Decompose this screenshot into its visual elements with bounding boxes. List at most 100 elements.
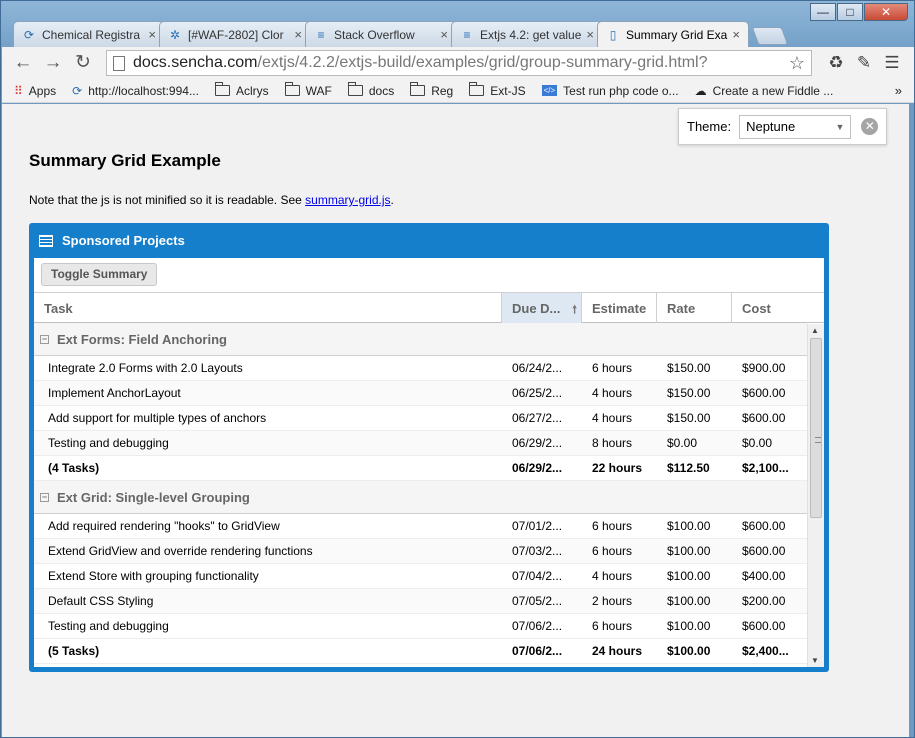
column-cost-label: Cost <box>742 300 771 316</box>
bookmarks-more-icon[interactable]: » <box>895 83 902 98</box>
summary-row: (5 Tasks) 07/06/2... 24 hours $100.00 $2,400… <box>34 639 807 664</box>
tab-close-icon[interactable]: × <box>148 27 156 42</box>
bookmark-item[interactable]: docs <box>347 82 394 98</box>
column-header-estimate[interactable]: Estimate <box>582 293 657 323</box>
tab-close-icon[interactable]: × <box>586 27 594 42</box>
scroll-down-icon[interactable]: ▼ <box>811 656 819 665</box>
column-header-cost[interactable]: Cost <box>732 293 824 323</box>
recycle-extension-icon[interactable]: ♻ <box>822 53 850 73</box>
cell-due: 06/25/2... <box>512 386 563 400</box>
bookmark-item[interactable]: ⟳ http://localhost:994... <box>72 84 199 98</box>
cell-task: Default CSS Styling <box>48 594 154 608</box>
bookmark-item[interactable]: WAF <box>284 82 332 98</box>
summary-estimate: 24 hours <box>592 644 643 658</box>
column-header-task[interactable]: Task <box>34 293 502 323</box>
table-row[interactable]: Default CSS Styling 07/05/2... 2 hours $100… <box>34 589 807 614</box>
tab-2[interactable]: ✲ [#WAF-2802] Clor × <box>159 21 311 47</box>
cell-task: Testing and debugging <box>48 436 169 450</box>
summary-rate: $100.00 <box>667 644 711 658</box>
cell-rate: $150.00 <box>667 411 711 425</box>
theme-label: Theme: <box>687 119 732 134</box>
browser-toolbar: ← → ↻ docs.sencha.com/extjs/4.2.2/extjs-… <box>2 47 914 79</box>
cell-task: Implement AnchorLayout <box>48 386 181 400</box>
bookmark-item[interactable]: Ext-JS <box>469 82 526 98</box>
tab-close-icon[interactable]: × <box>294 27 302 42</box>
cell-rate: $100.00 <box>667 594 711 608</box>
column-header-rate[interactable]: Rate <box>657 293 732 323</box>
tab-title: Chemical Registra <box>42 27 141 42</box>
dropper-extension-icon[interactable]: ✎ <box>850 53 878 73</box>
note-suffix: . <box>390 193 394 207</box>
bookmark-label: Create a new Fiddle ... <box>712 83 834 98</box>
bookmark-label: Test run php code o... <box>563 83 679 98</box>
cell-estimate: 4 hours <box>592 569 633 583</box>
table-row[interactable]: Implement AnchorLayout 06/25/2... 4 hours $… <box>34 381 807 406</box>
address-bar[interactable]: docs.sencha.com/extjs/4.2.2/extjs-build/… <box>106 50 812 76</box>
table-row[interactable]: Extend GridView and override rendering f… <box>34 539 807 564</box>
chevron-down-icon[interactable]: ▼ <box>836 122 845 132</box>
cell-due: 07/03/2... <box>512 544 563 558</box>
bookmark-item[interactable]: Reg <box>410 82 453 98</box>
bookmark-star-icon[interactable]: ☆ <box>789 53 805 74</box>
theme-select[interactable]: Neptune ▼ <box>739 114 852 139</box>
tab-title: Stack Overflow <box>334 27 415 42</box>
bookmark-item[interactable]: </> Test run php code o... <box>541 83 679 98</box>
cell-task: Extend GridView and override rendering f… <box>48 544 313 558</box>
bookmark-item[interactable]: ⠿ Apps <box>14 84 56 98</box>
table-row[interactable]: Testing and debugging 06/29/2... 8 hours $0… <box>34 431 807 456</box>
tab-5[interactable]: ▯ Summary Grid Exa × <box>597 21 749 47</box>
forward-button[interactable]: → <box>40 50 66 76</box>
table-row[interactable]: Extend Store with grouping functionality… <box>34 564 807 589</box>
scrollbar-thumb[interactable] <box>810 338 822 518</box>
reload-button[interactable]: ↻ <box>70 50 96 76</box>
column-rate-label: Rate <box>667 300 696 316</box>
cell-estimate: 2 hours <box>592 594 633 608</box>
cell-cost: $600.00 <box>742 386 786 400</box>
table-row[interactable]: Add required rendering "hooks" to GridVi… <box>34 514 807 539</box>
sencha-icon: ⟳ <box>72 83 83 98</box>
column-header-due-date[interactable]: Due D... 🠕 <box>502 293 582 323</box>
summary-task: (5 Tasks) <box>48 644 100 658</box>
column-due-label: Due D... <box>512 300 561 316</box>
apps-icon: ⠿ <box>14 83 23 98</box>
collapse-icon[interactable]: − <box>40 492 49 502</box>
tab-close-icon[interactable]: × <box>732 27 740 42</box>
bookmark-item[interactable]: ☁ Create a new Fiddle ... <box>695 84 834 98</box>
tab-3[interactable]: ≡ Stack Overflow × <box>305 21 457 47</box>
tab-4[interactable]: ≡ Extjs 4.2: get value × <box>451 21 603 47</box>
tab-close-icon[interactable]: × <box>440 27 448 42</box>
column-estimate-label: Estimate <box>592 300 647 316</box>
close-window-button[interactable]: ✕ <box>864 3 908 21</box>
bookmark-item[interactable]: Aclrys <box>214 82 269 98</box>
panel-header: Sponsored Projects <box>34 223 824 258</box>
grid-toolbar: Toggle Summary <box>34 258 824 293</box>
new-tab-button[interactable] <box>751 27 789 45</box>
group-header[interactable]: − Ext Grid: Single-level Grouping <box>34 481 807 514</box>
summary-cost: $2,100... <box>742 461 789 475</box>
url-path: /extjs/4.2.2/extjs-build/examples/grid/g… <box>257 54 708 71</box>
tab-1[interactable]: ⟳ Chemical Registra × <box>13 21 165 47</box>
minimize-button[interactable]: — <box>810 3 836 21</box>
summary-rate: $112.50 <box>667 461 710 475</box>
menu-icon[interactable]: ☰ <box>878 53 906 73</box>
page-icon: ▯ <box>609 27 617 42</box>
table-row[interactable]: Testing and debugging 07/06/2... 6 hours $1… <box>34 614 807 639</box>
cell-due: 06/29/2... <box>512 436 563 450</box>
toggle-summary-button[interactable]: Toggle Summary <box>41 263 158 286</box>
grid-vertical-scrollbar[interactable]: ▲ ▼ <box>807 324 824 667</box>
summary-grid-link[interactable]: summary-grid.js <box>305 193 390 207</box>
back-button[interactable]: ← <box>10 50 36 76</box>
tab-strip: ⟳ Chemical Registra × ✲ [#WAF-2802] Clor × ≡ St… <box>13 21 789 47</box>
collapse-icon[interactable]: − <box>40 334 49 344</box>
column-task-label: Task <box>44 300 73 316</box>
summary-task: (4 Tasks) <box>48 461 100 475</box>
table-row[interactable]: Integrate 2.0 Forms with 2.0 Layouts 06/2… <box>34 356 807 381</box>
bookmark-label: Aclrys <box>235 83 269 98</box>
cell-task: Add support for multiple types of anchor… <box>48 411 267 425</box>
table-row[interactable]: Add support for multiple types of anchor… <box>34 406 807 431</box>
maximize-button[interactable]: □ <box>837 3 863 21</box>
scroll-up-icon[interactable]: ▲ <box>811 326 819 335</box>
clear-theme-icon[interactable]: ✕ <box>861 118 878 135</box>
bookmark-label: Apps <box>28 83 57 98</box>
group-header[interactable]: − Ext Forms: Field Anchoring <box>34 323 807 356</box>
